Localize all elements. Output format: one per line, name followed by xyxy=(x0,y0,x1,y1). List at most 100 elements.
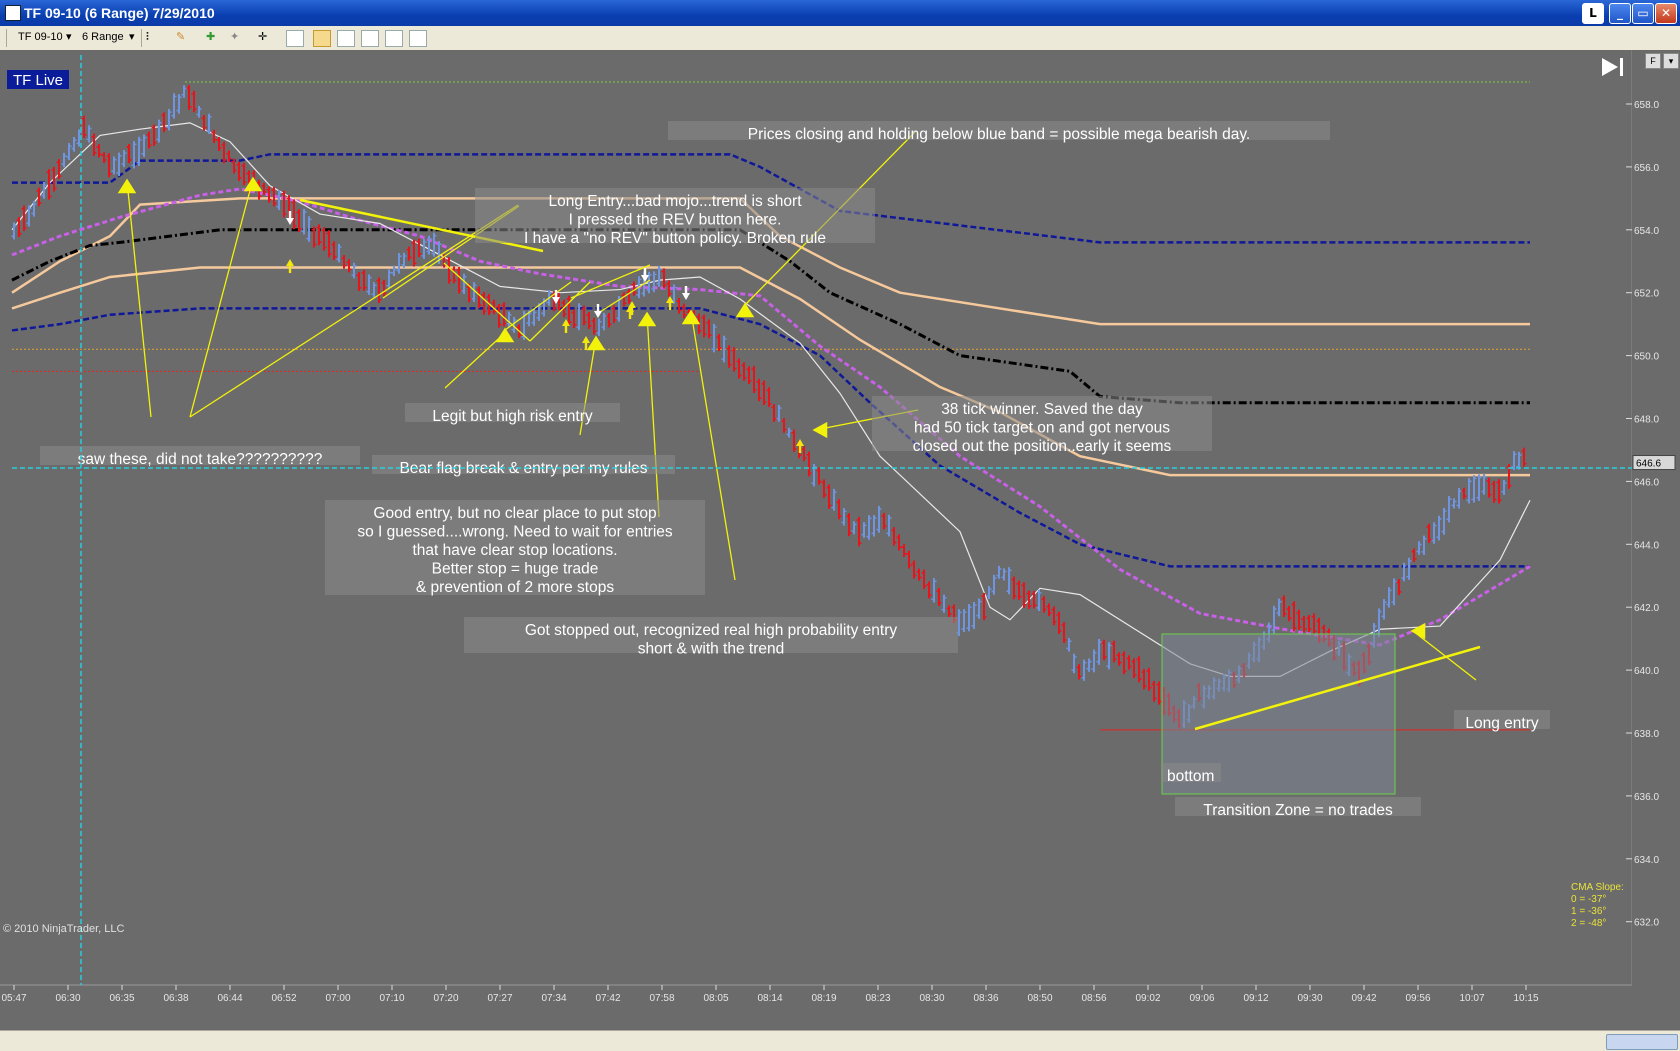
screenshot-icon[interactable] xyxy=(361,30,379,47)
buy-arrow-stem xyxy=(584,343,588,350)
cma-slope-0: 0 = -37° xyxy=(1571,894,1606,905)
price-chart[interactable]: Prices closing and holding below blue ba… xyxy=(0,50,1632,1030)
window-titlebar: TF 09-10 (6 Range) 7/29/2010 L _ ▭ ✕ xyxy=(0,0,1680,26)
sell-arrow-stem xyxy=(554,290,558,297)
close-button[interactable]: ✕ xyxy=(1655,3,1677,24)
add-indicator-icon[interactable]: ✚ xyxy=(206,29,215,46)
y-tick-label: 636.0 xyxy=(1634,792,1659,803)
chart-trader-icon[interactable] xyxy=(313,30,331,47)
long-entry-text: Long entry xyxy=(1465,715,1538,732)
window-title: TF 09-10 (6 Range) 7/29/2010 xyxy=(24,5,215,21)
x-tick-label: 07:10 xyxy=(379,993,404,1004)
transition-text: Transition Zone = no trades xyxy=(1203,802,1393,819)
y-tick-label: 632.0 xyxy=(1634,918,1659,929)
sell-arrow-stem xyxy=(596,304,600,311)
chevron-down-icon[interactable]: ▾ xyxy=(129,29,135,46)
winner-text: had 50 tick target on and got nervous xyxy=(914,420,1170,437)
scrollbar-thumb[interactable] xyxy=(1606,1034,1678,1050)
data-box-icon[interactable] xyxy=(409,30,427,47)
long-entry-bad-text: Long Entry...bad mojo...trend is short xyxy=(548,193,802,210)
bar-type-icon[interactable]: ⫶ xyxy=(146,29,149,46)
x-tick-label: 08:23 xyxy=(865,993,890,1004)
period-selector[interactable]: 6 Range xyxy=(82,29,124,46)
y-tick-label: 650.0 xyxy=(1634,352,1659,363)
y-tick-label: 658.0 xyxy=(1634,100,1659,111)
buy-arrow-stem xyxy=(288,266,292,273)
winner-text: 38 tick winner. Saved the day xyxy=(941,401,1143,418)
x-tick-label: 07:42 xyxy=(595,993,620,1004)
toolbar-grip xyxy=(6,29,7,47)
cma-title: CMA Slope: xyxy=(1571,882,1624,893)
x-tick-label: 08:56 xyxy=(1081,993,1106,1004)
x-tick-label: 06:44 xyxy=(217,993,242,1004)
x-tick-label: 08:14 xyxy=(757,993,782,1004)
long-entry-bad-text: I pressed the REV button here. xyxy=(569,212,782,229)
good-entry-text: & prevention of 2 more stops xyxy=(416,579,614,596)
winner-text: closed out the position..early it seems xyxy=(913,438,1172,455)
buy-arrow-stem xyxy=(564,326,568,333)
sell-arrow-stem xyxy=(684,286,688,293)
right-panel: F ▾ 658.0 656.0 654.0 652.0 650.0 648.0 646.0 6… xyxy=(1632,50,1680,1030)
x-tick-label: 09:30 xyxy=(1297,993,1322,1004)
x-tick-label: 09:42 xyxy=(1351,993,1376,1004)
x-tick-label: 06:30 xyxy=(55,993,80,1004)
instrument-selector[interactable]: TF 09-10 xyxy=(18,29,63,46)
x-tick-label: 07:58 xyxy=(649,993,674,1004)
legit-entry-text: Legit but high risk entry xyxy=(432,408,593,425)
y-tick-label: 638.0 xyxy=(1634,729,1659,740)
x-tick-label: 09:06 xyxy=(1189,993,1214,1004)
good-entry-text: that have clear stop locations. xyxy=(412,542,617,559)
link-button[interactable]: L xyxy=(1582,3,1604,24)
y-tick-label: 642.0 xyxy=(1634,603,1659,614)
x-tick-label: 06:35 xyxy=(109,993,134,1004)
y-tick-label: 640.0 xyxy=(1634,666,1659,677)
app-icon xyxy=(5,5,21,21)
y-tick-label: 644.0 xyxy=(1634,540,1659,551)
cma-slope-2: 2 = -48° xyxy=(1571,918,1606,929)
y-tick-label: 656.0 xyxy=(1634,163,1659,174)
horizontal-scrollbar[interactable] xyxy=(0,1030,1680,1051)
x-tick-label: 10:07 xyxy=(1459,993,1484,1004)
buy-arrow-stem xyxy=(798,446,802,453)
x-tick-label: 09:02 xyxy=(1135,993,1160,1004)
crosshair-icon[interactable]: ✛ xyxy=(258,29,267,46)
price-axis-labels: 658.0 656.0 654.0 652.0 650.0 648.0 646.0 644.0… xyxy=(1632,100,1676,929)
good-entry-text: Better stop = huge trade xyxy=(432,561,599,578)
zoom-icon[interactable] xyxy=(286,30,304,47)
x-tick-label: 06:52 xyxy=(271,993,296,1004)
minimize-button[interactable]: _ xyxy=(1609,3,1631,24)
stopped-out-text: Got stopped out, recognized real high pr… xyxy=(525,622,897,639)
chevron-down-icon[interactable]: ▾ xyxy=(66,29,72,46)
y-tick-label: 654.0 xyxy=(1634,226,1659,237)
x-tick-label: 08:50 xyxy=(1027,993,1052,1004)
y-tick-label: 648.0 xyxy=(1634,415,1659,426)
properties-icon[interactable] xyxy=(337,30,355,47)
y-tick-label: 634.0 xyxy=(1634,855,1659,866)
x-tick-label: 08:36 xyxy=(973,993,998,1004)
buy-arrow-stem xyxy=(668,303,672,310)
strategy-icon[interactable]: ✦ xyxy=(230,29,239,46)
x-tick-label: 08:19 xyxy=(811,993,836,1004)
x-tick-label: 09:12 xyxy=(1243,993,1268,1004)
buy-arrow-stem xyxy=(630,308,634,315)
live-label: TF Live xyxy=(13,72,63,89)
x-tick-label: 07:20 xyxy=(433,993,458,1004)
y-tick-label: 652.0 xyxy=(1634,289,1659,300)
x-tick-label: 10:15 xyxy=(1513,993,1538,1004)
long-entry-bad-text: I have a "no REV" button policy. Broken … xyxy=(524,230,826,247)
x-tick-label: 07:27 xyxy=(487,993,512,1004)
sell-arrow-stem xyxy=(288,211,292,218)
print-icon[interactable] xyxy=(385,30,403,47)
chart-toolbar: TF 09-10 ▾ 6 Range ▾ ⫶ ✎ ✚ ✦ ✛ xyxy=(0,26,1680,51)
maximize-button[interactable]: ▭ xyxy=(1632,3,1654,24)
copyright: © 2010 NinjaTrader, LLC xyxy=(3,923,124,935)
price-tag-label: 646.6 xyxy=(1636,459,1661,470)
y-tick-label: 646.0 xyxy=(1634,477,1659,488)
pencil-icon[interactable]: ✎ xyxy=(176,29,185,46)
x-tick-label: 07:34 xyxy=(541,993,566,1004)
bottom-text: bottom xyxy=(1167,768,1214,785)
x-tick-label: 07:00 xyxy=(325,993,350,1004)
saw-these-text: saw these, did not take?????????? xyxy=(78,451,323,468)
stopped-out-text: short & with the trend xyxy=(638,641,784,658)
good-entry-text: Good entry, but no clear place to put st… xyxy=(373,505,656,522)
